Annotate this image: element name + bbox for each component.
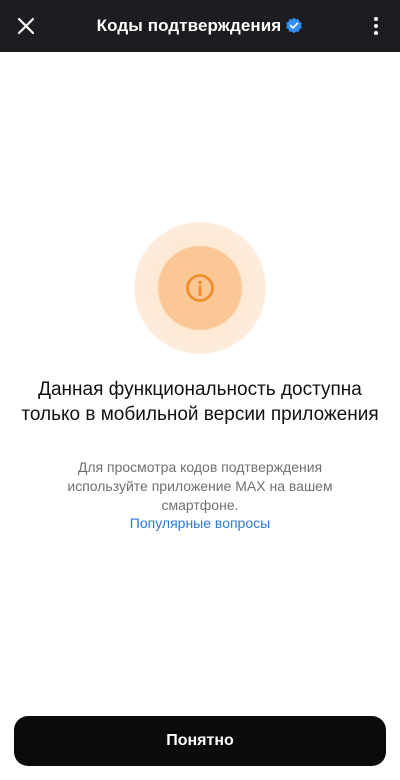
close-icon	[17, 17, 35, 35]
close-button[interactable]	[10, 10, 42, 42]
info-illustration	[134, 222, 266, 354]
message-heading: Данная функциональность доступна только …	[21, 379, 379, 425]
info-illustration-core	[158, 246, 242, 330]
title-group: Коды подтверждения	[97, 16, 304, 36]
faq-link[interactable]: Популярные вопросы	[0, 514, 400, 533]
message-description: Для просмотра кодов подтверждения исполь…	[67, 459, 333, 513]
more-options-button[interactable]	[360, 10, 392, 42]
page-title: Коды подтверждения	[96, 16, 282, 35]
verified-badge-icon	[285, 17, 303, 35]
understood-button[interactable]: Понятно	[14, 716, 386, 766]
more-vertical-icon	[374, 17, 378, 35]
top-app-bar: Коды подтверждения	[0, 0, 400, 52]
info-icon	[186, 274, 214, 302]
